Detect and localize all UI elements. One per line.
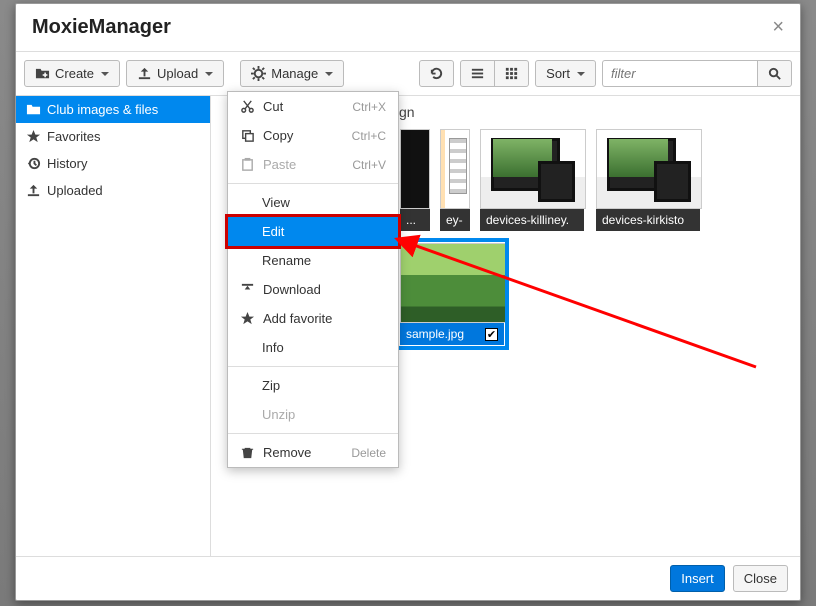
gear-icon: [251, 66, 266, 81]
download-icon: [240, 282, 255, 297]
filter-input[interactable]: [602, 60, 757, 87]
sort-button[interactable]: Sort: [535, 60, 596, 87]
menu-unzip: Unzip: [228, 400, 398, 429]
manage-button[interactable]: Manage: [240, 60, 344, 87]
body: Club images & files Favorites History Up…: [16, 96, 800, 556]
menu-download[interactable]: Download: [228, 275, 398, 304]
thumb-label: ey-: [446, 213, 463, 227]
menu-paste: Paste Ctrl+V: [228, 150, 398, 179]
sidebar-item-history[interactable]: History: [16, 150, 210, 177]
folder-icon: [26, 102, 41, 117]
refresh-button[interactable]: [419, 60, 454, 87]
create-label: Create: [55, 66, 94, 81]
sidebar-item-uploaded[interactable]: Uploaded: [16, 177, 210, 204]
footer: Insert Close: [16, 556, 800, 600]
manage-label: Manage: [271, 66, 318, 81]
modal-title: MoxieManager: [32, 16, 171, 39]
menu-edit[interactable]: Edit: [228, 217, 398, 246]
sidebar-item-label: Club images & files: [47, 102, 158, 117]
star-icon: [240, 311, 255, 326]
sidebar-item-club[interactable]: Club images & files: [16, 96, 210, 123]
caret-icon: [325, 72, 333, 76]
upload-icon: [26, 183, 41, 198]
sidebar: Club images & files Favorites History Up…: [16, 96, 211, 556]
close-button[interactable]: Close: [733, 565, 788, 592]
toolbar: Create Upload Manage: [16, 52, 800, 96]
thumb-label: sample.jpg: [406, 327, 464, 341]
thumbnail-selected[interactable]: sample.jpg ✔: [399, 242, 505, 346]
caret-icon: [577, 72, 585, 76]
thumbnails: ... ey- devices-killiney. devices-kirkis…: [399, 128, 790, 346]
menu-rename[interactable]: Rename: [228, 246, 398, 275]
menu-remove[interactable]: Remove Delete: [228, 438, 398, 467]
paste-icon: [240, 157, 255, 172]
thumbnail[interactable]: devices-kirkisto: [595, 128, 701, 232]
thumbnail[interactable]: ...: [399, 128, 429, 232]
cut-icon: [240, 99, 255, 114]
moxiemanager-modal: MoxieManager × Create Upload Manage: [15, 3, 801, 601]
search-button[interactable]: [757, 60, 792, 87]
view-toggle: [460, 60, 529, 87]
menu-favorite[interactable]: Add favorite: [228, 304, 398, 333]
menu-view[interactable]: View: [228, 188, 398, 217]
menu-separator: [228, 183, 398, 184]
list-icon: [470, 66, 485, 81]
menu-copy[interactable]: Copy Ctrl+C: [228, 121, 398, 150]
modal-header: MoxieManager ×: [16, 4, 800, 52]
menu-zip[interactable]: Zip: [228, 371, 398, 400]
upload-icon: [137, 66, 152, 81]
sidebar-item-favorites[interactable]: Favorites: [16, 123, 210, 150]
check-icon[interactable]: ✔: [485, 328, 498, 341]
thumb-label: devices-killiney.: [486, 213, 569, 227]
folder-plus-icon: [35, 66, 50, 81]
menu-separator: [228, 433, 398, 434]
star-icon: [26, 129, 41, 144]
sidebar-item-label: Uploaded: [47, 183, 103, 198]
trash-icon: [240, 445, 255, 460]
thumb-label: ...: [406, 213, 416, 227]
grid-view-button[interactable]: [494, 60, 529, 87]
filter: [602, 60, 792, 87]
breadcrumb-trailing: gn: [399, 104, 415, 120]
sidebar-item-label: Favorites: [47, 129, 100, 144]
upload-label: Upload: [157, 66, 198, 81]
thumb-label: devices-kirkisto: [602, 213, 684, 227]
context-menu: Cut Ctrl+X Copy Ctrl+C Paste Ctrl+V View…: [227, 91, 399, 468]
history-icon: [26, 156, 41, 171]
refresh-icon: [429, 66, 444, 81]
create-button[interactable]: Create: [24, 60, 120, 87]
close-icon[interactable]: ×: [772, 16, 784, 39]
copy-icon: [240, 128, 255, 143]
caret-icon: [205, 72, 213, 76]
menu-separator: [228, 366, 398, 367]
insert-button[interactable]: Insert: [670, 565, 725, 592]
thumbnail[interactable]: devices-killiney.: [479, 128, 585, 232]
grid-icon: [504, 66, 519, 81]
sort-label: Sort: [546, 66, 570, 81]
thumbnail[interactable]: ey-: [439, 128, 469, 232]
menu-info[interactable]: Info: [228, 333, 398, 362]
menu-cut[interactable]: Cut Ctrl+X: [228, 92, 398, 121]
sidebar-item-label: History: [47, 156, 87, 171]
upload-button[interactable]: Upload: [126, 60, 224, 87]
caret-icon: [101, 72, 109, 76]
search-icon: [767, 66, 782, 81]
list-view-button[interactable]: [460, 60, 495, 87]
